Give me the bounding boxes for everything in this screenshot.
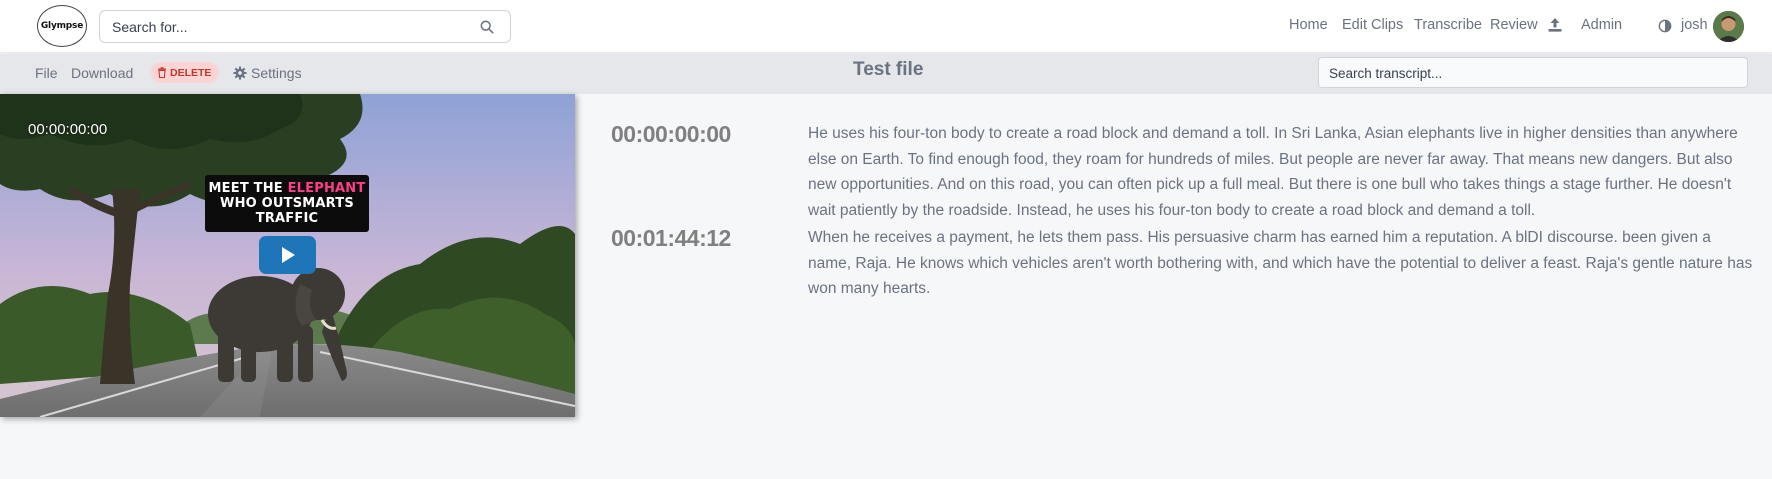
transcript-segment: 00:01:44:12 When he receives a payment, …	[611, 225, 1761, 305]
avatar-photo	[1713, 11, 1744, 42]
trash-icon	[158, 67, 166, 78]
user-name[interactable]: josh	[1681, 17, 1708, 33]
settings-label: Settings	[251, 65, 302, 81]
video-player[interactable]: 00:00:00:00 MEET THE ELEPHANT WHO OUTSMA…	[0, 94, 575, 417]
play-icon	[281, 247, 295, 263]
file-title: Test file	[853, 59, 924, 80]
nav-edit-clips-link[interactable]: Edit Clips	[1342, 17, 1403, 33]
settings-button[interactable]: Settings	[233, 65, 302, 81]
nav-transcribe-link[interactable]: Transcribe	[1414, 17, 1482, 33]
file-toolbar: File Download DELETE Settings Test file	[0, 54, 1772, 94]
gear-icon	[233, 66, 247, 80]
app-logo[interactable]: Glympse	[37, 5, 87, 47]
thumbnail-line-1-b: ELEPHANT	[287, 181, 366, 196]
theme-toggle-icon[interactable]	[1658, 19, 1672, 33]
segment-text[interactable]: When he receives a payment, he lets them…	[808, 225, 1758, 302]
transcript-search-input[interactable]	[1329, 65, 1729, 82]
file-menu[interactable]: File	[35, 65, 58, 81]
video-timecode: 00:00:00:00	[28, 121, 108, 138]
nav-home-link[interactable]: Home	[1289, 17, 1328, 33]
search-input[interactable]	[112, 18, 472, 36]
download-button[interactable]: Download	[71, 65, 133, 81]
thumbnail-line-2: WHO OUTSMARTS	[220, 196, 354, 211]
search-icon[interactable]	[480, 20, 494, 34]
delete-label: DELETE	[170, 66, 212, 79]
play-button[interactable]	[259, 236, 316, 274]
thumbnail-line-1: MEET THE ELEPHANT	[205, 181, 369, 196]
segment-timestamp[interactable]: 00:00:00:00	[611, 121, 731, 148]
top-navbar: Glympse Home Edit Clips Transcribe Revie…	[0, 0, 1772, 53]
thumbnail-line-3: TRAFFIC	[255, 211, 319, 226]
nav-admin-link[interactable]: Admin	[1581, 17, 1622, 33]
nav-review-link[interactable]: Review	[1490, 17, 1538, 33]
global-search[interactable]	[99, 10, 511, 43]
logo-text: Glympse	[40, 21, 84, 31]
avatar[interactable]	[1713, 11, 1744, 42]
segment-timestamp[interactable]: 00:01:44:12	[611, 225, 731, 252]
transcript-search[interactable]	[1318, 57, 1748, 88]
thumbnail-title-card: MEET THE ELEPHANT WHO OUTSMARTS TRAFFIC	[205, 175, 369, 232]
transcript-segment: 00:00:00:00 He uses his four-ton body to…	[611, 121, 1761, 221]
thumbnail-line-1-a: MEET THE	[208, 181, 288, 196]
segment-text[interactable]: He uses his four-ton body to create a ro…	[808, 121, 1758, 223]
upload-icon[interactable]	[1547, 17, 1563, 33]
delete-button[interactable]: DELETE	[151, 62, 220, 83]
